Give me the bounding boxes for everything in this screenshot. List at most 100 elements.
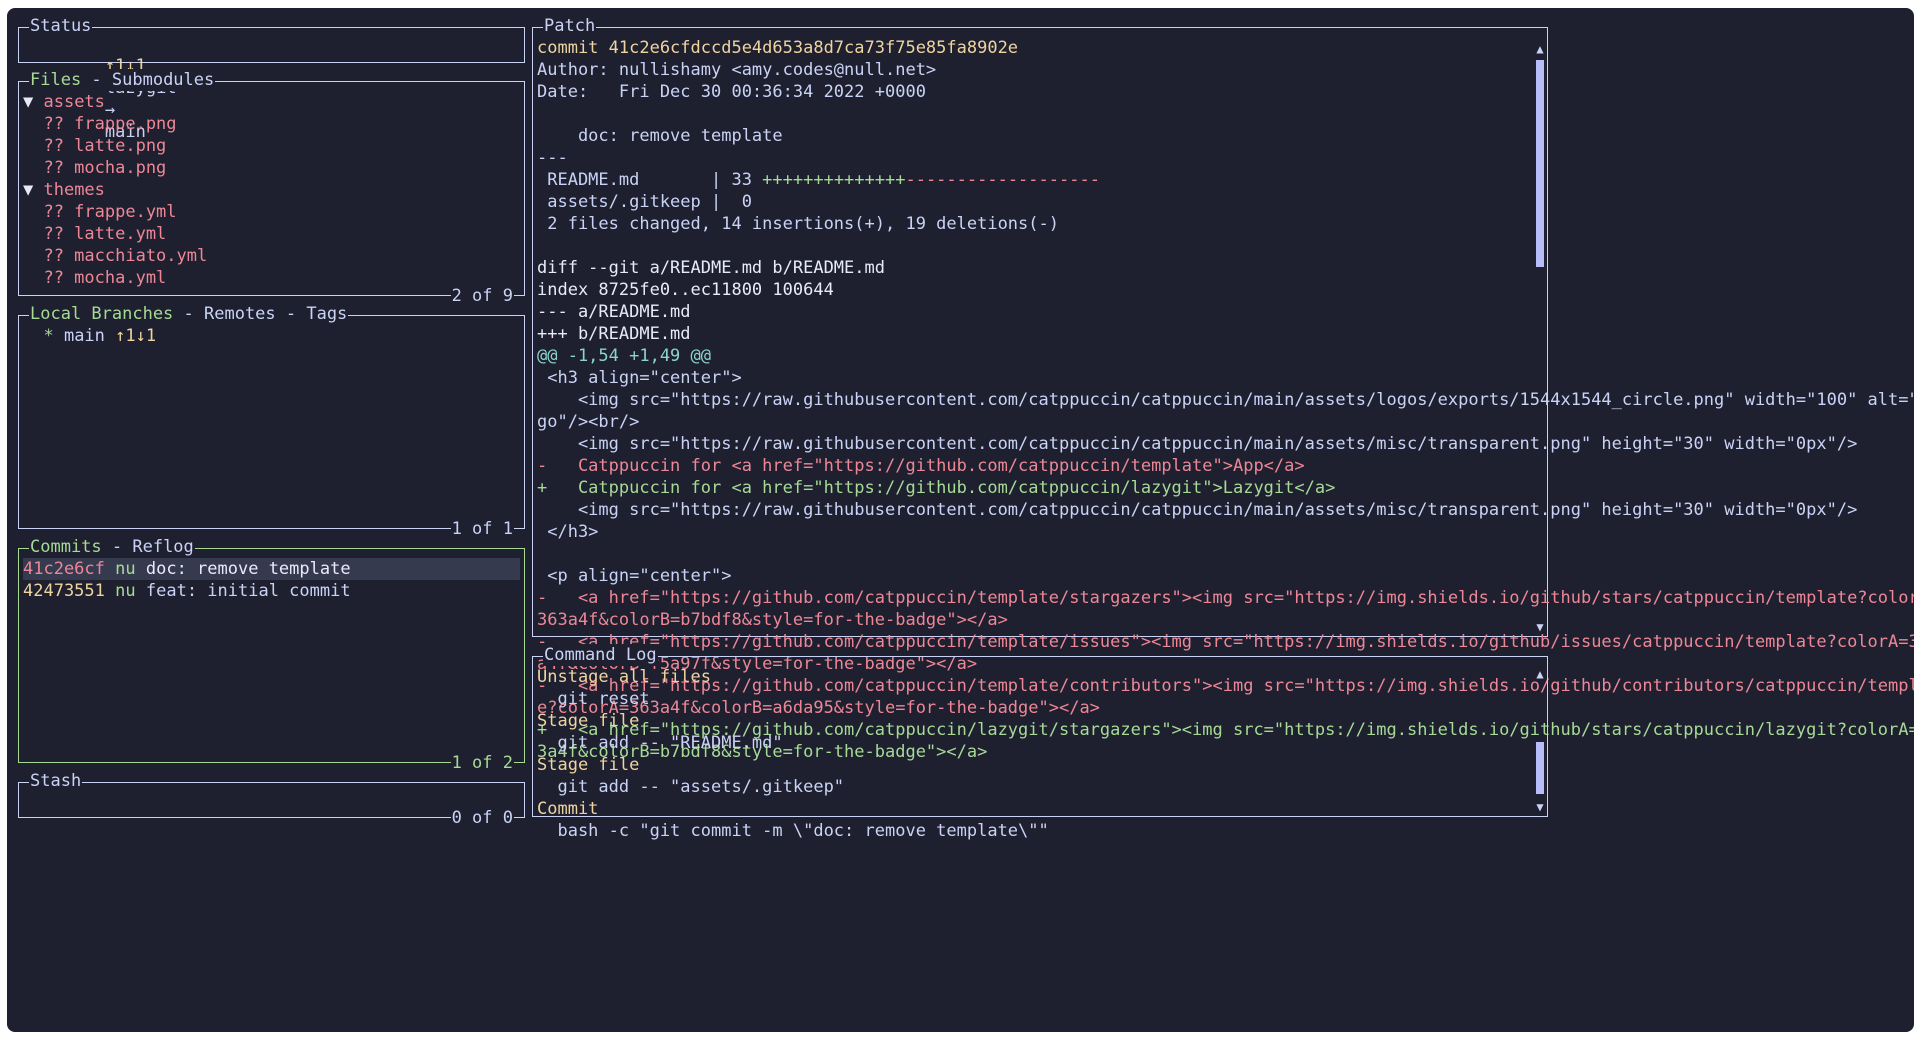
command-log-scrollbar-thumb[interactable] — [1536, 742, 1544, 794]
patch-line-text: 363a4f&colorB=b7bdf8&style=for-the-badge… — [537, 610, 1008, 630]
tab-reflog[interactable]: - Reflog — [102, 537, 194, 557]
terminal-window: Status ↑1↓1 lazygit → main Files - Submo… — [7, 8, 1914, 1032]
patch-line-text: commit 41c2e6cfdccd5e4d653a8d7ca73f75e85… — [537, 38, 1019, 58]
patch-line: 2 files changed, 14 insertions(+), 19 de… — [537, 213, 1525, 235]
patch-line — [537, 235, 1525, 257]
command-log-content: Unstage all files git reset Stage file gi… — [537, 666, 1525, 842]
patch-panel[interactable]: Patch commit 41c2e6cfdccd5e4d653a8d7ca73… — [532, 15, 1914, 762]
command-log-panel[interactable]: Command Log Unstage all files git reset S… — [532, 644, 1548, 841]
stash-panel[interactable]: Stash 0 of 0 — [18, 770, 525, 829]
current-branch-marker: * — [23, 326, 64, 346]
patch-line-text: <img src="https://raw.githubusercontent.… — [537, 500, 1858, 520]
stash-position-counter: 0 of 0 — [450, 807, 514, 829]
commits-panel[interactable]: Commits - Reflog 41c2e6cf nu doc: remove… — [18, 536, 525, 774]
log-text: Unstage all files — [537, 667, 711, 687]
patch-scrollbar[interactable] — [1536, 60, 1544, 604]
log-command: git reset — [537, 688, 1525, 710]
patch-line-text: Date: Fri Dec 30 00:36:34 2022 +0000 — [537, 82, 926, 102]
patch-line: go"/><br/> — [537, 411, 1525, 433]
log-action: Stage file — [537, 710, 1525, 732]
log-text: git add -- "assets/.gitkeep" — [537, 777, 845, 797]
log-action: Stage file — [537, 754, 1525, 776]
commit-author: nu — [115, 559, 136, 579]
commits-position-counter: 1 of 2 — [450, 752, 514, 774]
patch-line: commit 41c2e6cfdccd5e4d653a8d7ca73f75e85… — [537, 37, 1525, 59]
branch-row[interactable]: * main ↑1↓1 — [23, 325, 520, 347]
patch-line: assets/.gitkeep | 0 — [537, 191, 1525, 213]
file-row[interactable]: ?? macchiato.yml — [23, 245, 520, 267]
expand-triangle-icon[interactable]: ▼ — [23, 92, 43, 112]
files-position-counter: 2 of 9 — [450, 285, 514, 307]
tab-submodules[interactable]: - Submodules — [81, 70, 214, 90]
folder-row[interactable]: ▼ themes — [23, 179, 520, 201]
patch-line: Author: nullishamy <amy.codes@null.net> — [537, 59, 1525, 81]
branches-panel[interactable]: Local Branches - Remotes - Tags * main ↑… — [18, 303, 525, 540]
patch-line: <img src="https://raw.githubusercontent.… — [537, 433, 1857, 455]
file-row[interactable]: ?? frappe.yml — [23, 201, 520, 223]
file-row[interactable]: ?? latte.yml — [23, 223, 520, 245]
tab-commits[interactable]: Commits — [30, 537, 102, 557]
tab-remotes-tags[interactable]: - Remotes - Tags — [173, 304, 348, 324]
file-name: ?? mocha.yml — [23, 268, 167, 288]
branch-tracking-status: ↑1↓1 — [115, 326, 157, 346]
diffstat-insertions: ++++++++++++++ — [762, 170, 906, 190]
commit-message: doc: remove template — [145, 559, 351, 579]
file-row[interactable]: ?? latte.png — [23, 135, 520, 157]
patch-line: <img src="https://raw.githubusercontent.… — [537, 389, 1914, 411]
patch-line-text: + Catppuccin for <a href="https://github… — [537, 478, 1336, 498]
patch-scrollbar-thumb[interactable] — [1536, 60, 1544, 267]
stash-panel-title: Stash — [29, 770, 83, 792]
files-panel-title[interactable]: Files - Submodules — [29, 69, 216, 91]
patch-line-text: diff --git a/README.md b/README.md — [537, 258, 885, 278]
files-panel[interactable]: Files - Submodules ▼ assets ?? frappe.pn… — [18, 69, 525, 307]
tab-files[interactable]: Files — [30, 70, 81, 90]
file-row[interactable]: ?? mocha.yml — [23, 267, 520, 289]
patch-line-text: @@ -1,54 +1,49 @@ — [537, 346, 711, 366]
branch-name: main — [63, 326, 116, 346]
log-action: Commit — [537, 798, 1525, 820]
folder-label: themes — [43, 180, 105, 200]
file-row[interactable]: ?? mocha.png — [23, 157, 520, 179]
patch-line: - <a href="https://github.com/catppuccin… — [537, 587, 1914, 609]
commit-row[interactable]: 41c2e6cf nu doc: remove template — [23, 558, 520, 580]
file-tree: ▼ assets ?? frappe.png ?? latte.png ?? m… — [23, 91, 520, 289]
patch-line-text: <p align="center"> — [537, 566, 732, 586]
log-text: git add -- "README.md" — [537, 733, 783, 753]
commits-panel-title[interactable]: Commits - Reflog — [29, 536, 195, 558]
commit-hash: 41c2e6cf — [23, 559, 105, 579]
log-scroll-down-arrow-icon[interactable]: ▼ — [1533, 800, 1547, 814]
folder-name: ▼ themes — [23, 180, 105, 200]
patch-line-text: - <a href="https://github.com/catppuccin… — [537, 588, 1914, 608]
scroll-up-arrow-icon[interactable]: ▲ — [1533, 42, 1547, 56]
patch-line-text: Author: nullishamy <amy.codes@null.net> — [537, 60, 937, 80]
commit-hash: 42473551 — [23, 581, 105, 601]
file-row[interactable]: ?? frappe.png — [23, 113, 520, 135]
file-name: ?? frappe.yml — [23, 202, 177, 222]
patch-line: --- a/README.md — [537, 301, 1525, 323]
file-name: ?? frappe.png — [23, 114, 177, 134]
commit-row[interactable]: 42473551 nu feat: initial commit — [23, 580, 520, 602]
patch-line: + Catppuccin for <a href="https://github… — [537, 477, 1525, 499]
folder-row[interactable]: ▼ assets — [23, 91, 520, 113]
diffstat-deletions: ------------------- — [905, 170, 1100, 190]
patch-line: @@ -1,54 +1,49 @@ — [537, 345, 1525, 367]
command-log-title: Command Log — [543, 644, 658, 666]
diffstat-file: README.md | 33 — [537, 170, 763, 190]
file-name: ?? macchiato.yml — [23, 246, 208, 266]
expand-triangle-icon[interactable]: ▼ — [23, 180, 43, 200]
commit-list: 41c2e6cf nu doc: remove template 42473551… — [23, 558, 520, 602]
log-command: git add -- "README.md" — [537, 732, 1525, 754]
patch-line: index 8725fe0..ec11800 100644 — [537, 279, 1525, 301]
folder-label: assets — [43, 92, 105, 112]
patch-line-text: assets/.gitkeep | 0 — [537, 192, 752, 212]
command-log-scrollbar[interactable] — [1536, 687, 1544, 794]
patch-line: doc: remove template — [537, 125, 1525, 147]
patch-line-text: <h3 align="center"> — [537, 368, 742, 388]
scroll-down-arrow-icon[interactable]: ▼ — [1533, 620, 1547, 634]
patch-line-text: --- — [537, 148, 568, 168]
tab-local-branches[interactable]: Local Branches — [30, 304, 173, 324]
branches-panel-title[interactable]: Local Branches - Remotes - Tags — [29, 303, 349, 325]
status-panel[interactable]: Status ↑1↓1 lazygit → main — [18, 15, 525, 142]
log-scroll-up-arrow-icon[interactable]: ▲ — [1533, 667, 1547, 681]
patch-line: README.md | 33 ++++++++++++++-----------… — [537, 169, 1525, 191]
